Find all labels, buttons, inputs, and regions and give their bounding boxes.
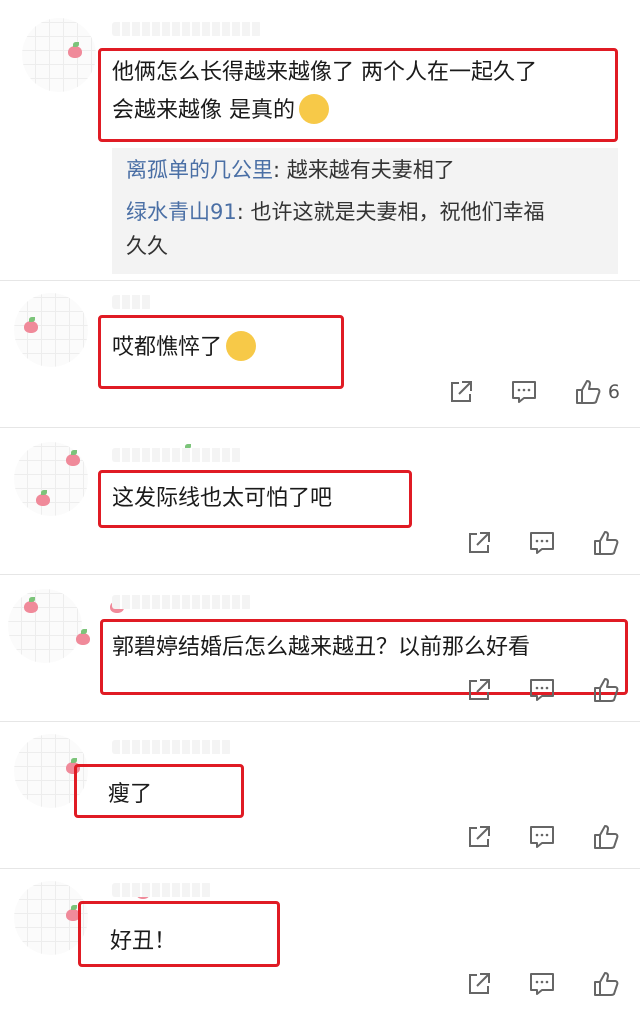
reply-item[interactable]: 离孤单的几公里: 越来越有夫妻相了: [126, 154, 455, 186]
comment-button[interactable]: [528, 824, 556, 850]
username[interactable]: [112, 295, 152, 309]
reply-separator: :: [273, 158, 287, 182]
share-button[interactable]: [466, 824, 492, 850]
username[interactable]: [112, 595, 252, 609]
peach-sticker-icon: [76, 629, 90, 645]
comment-item: 这发际线也太可怕了吧: [0, 428, 640, 574]
like-button[interactable]: [592, 970, 620, 998]
reply-text: 也许这就是夫妻相，祝他们幸福: [250, 200, 545, 224]
comment-button[interactable]: [510, 379, 538, 405]
comment-item: 郭碧婷结婚后怎么越来越丑？以前那么好看: [0, 575, 640, 721]
action-bar: [466, 528, 620, 558]
comment-button[interactable]: [528, 677, 556, 703]
username[interactable]: [112, 883, 212, 897]
username[interactable]: [112, 740, 232, 754]
share-button[interactable]: [466, 971, 492, 997]
reply-box[interactable]: 离孤单的几公里: 越来越有夫妻相了 绿水青山91: 也许这就是夫妻相，祝他们幸福…: [112, 148, 618, 274]
avatar[interactable]: [22, 18, 96, 92]
share-button[interactable]: [466, 677, 492, 703]
peach-sticker-icon: [24, 317, 38, 333]
reply-item[interactable]: 绿水青山91: 也许这就是夫妻相，祝他们幸福: [126, 196, 545, 228]
highlight-box: [98, 48, 618, 142]
like-icon: [575, 380, 601, 404]
peach-sticker-icon: [66, 450, 80, 466]
username[interactable]: [112, 448, 242, 462]
highlight-box: [98, 470, 412, 528]
share-icon: [469, 973, 490, 994]
like-icon: [594, 972, 619, 996]
highlight-box: [98, 315, 344, 389]
like-icon: [594, 678, 619, 702]
peach-sticker-icon: [36, 490, 50, 506]
comment-icon: [511, 381, 536, 403]
action-bar: [466, 969, 620, 999]
peach-sticker-icon: [24, 597, 38, 613]
comment-item: 他俩怎么长得越来越像了 两个人在一起久了 会越来越像 是真的 离孤单的几公里: …: [0, 0, 640, 280]
share-icon: [450, 381, 472, 402]
share-button[interactable]: [448, 379, 474, 405]
comment-button[interactable]: [528, 530, 556, 556]
like-icon: [594, 825, 619, 849]
peach-sticker-icon: [68, 42, 82, 58]
action-bar: 6: [448, 377, 620, 407]
comment-item: 瘦了: [0, 722, 640, 868]
like-count: 6: [607, 381, 620, 403]
comment-icon: [530, 973, 554, 995]
comment-icon: [530, 679, 554, 701]
reply-text: 越来越有夫妻相了: [286, 158, 455, 182]
username[interactable]: [112, 22, 262, 36]
comment-icon: [530, 826, 554, 848]
highlight-box: [74, 764, 244, 818]
share-icon: [469, 679, 490, 700]
reply-username[interactable]: 绿水青山91: [126, 200, 237, 224]
action-bar: [466, 822, 620, 852]
share-icon: [469, 532, 490, 553]
like-button[interactable]: [592, 676, 620, 704]
share-icon: [469, 826, 490, 847]
reply-text-continued: 久久: [126, 234, 168, 258]
share-button[interactable]: [466, 530, 492, 556]
reply-separator: :: [236, 200, 251, 224]
comment-item: 哎都憔悴了 6: [0, 281, 640, 427]
like-icon: [594, 531, 619, 555]
comment-item: 好丑！: [0, 869, 640, 1016]
action-bar: [466, 675, 620, 705]
comment-button[interactable]: [528, 971, 556, 997]
comment-icon: [530, 532, 554, 554]
highlight-box: [78, 901, 280, 967]
avatar[interactable]: [8, 589, 82, 663]
like-button[interactable]: 6: [574, 378, 620, 406]
reply-username[interactable]: 离孤单的几公里: [126, 158, 273, 182]
like-button[interactable]: [592, 823, 620, 851]
like-button[interactable]: [592, 529, 620, 557]
